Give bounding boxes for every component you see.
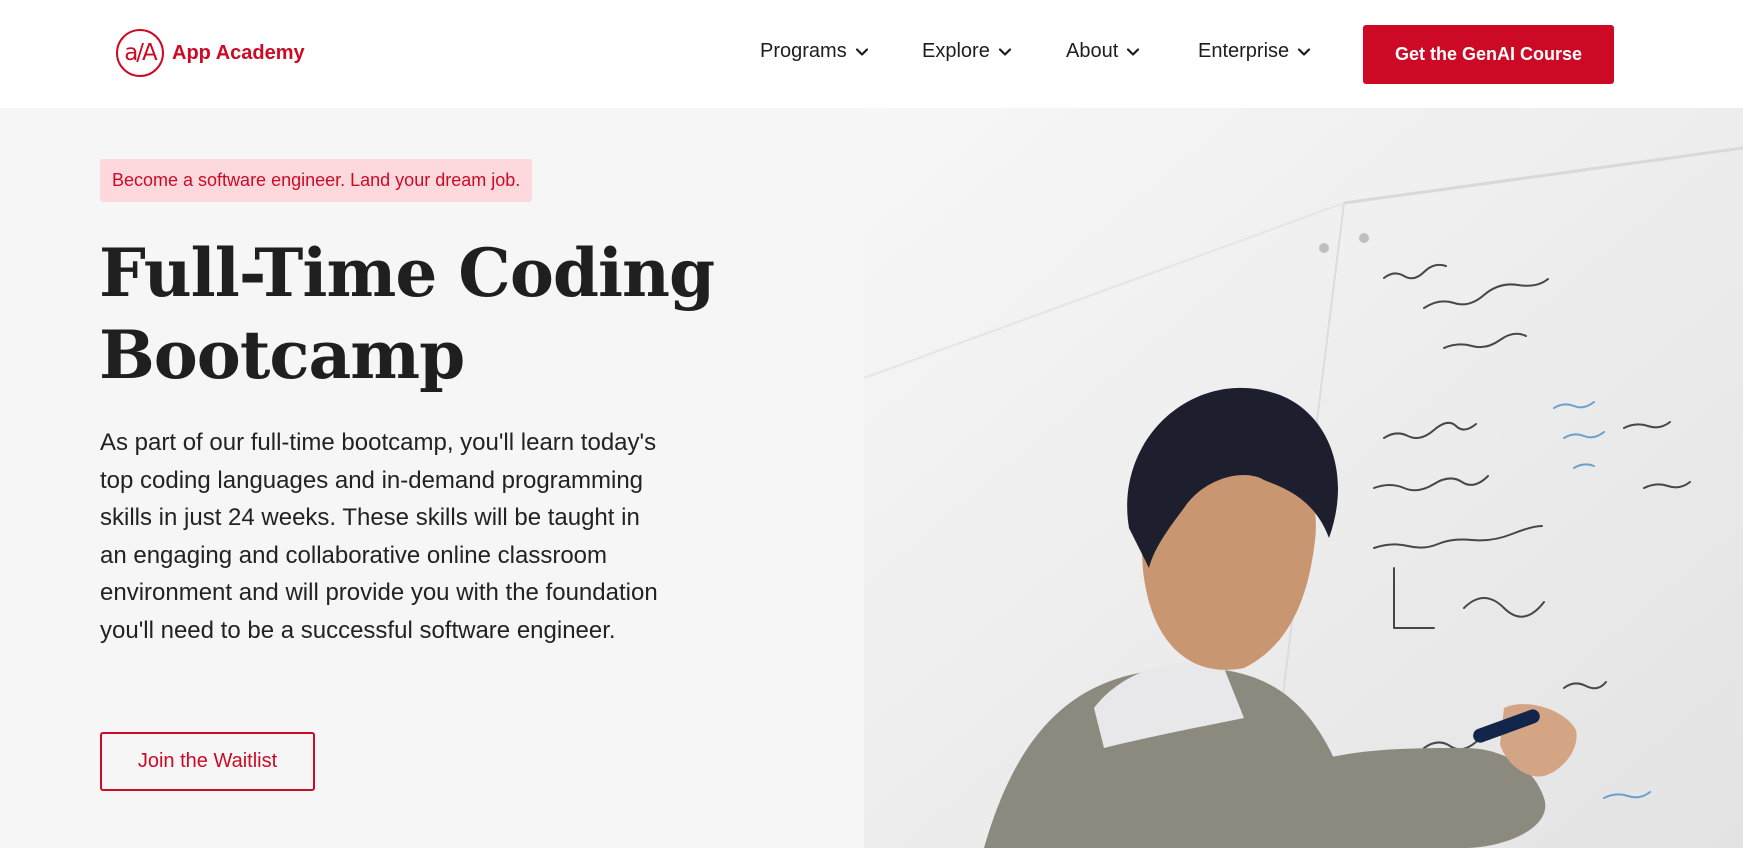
chevron-down-icon [1298,47,1311,56]
get-genai-course-button[interactable]: Get the GenAI Course [1363,25,1614,84]
logo-mark: a/A [116,29,164,77]
hero-description: As part of our full-time bootcamp, you'l… [100,429,658,644]
logo-text: App Academy [172,41,305,64]
site-header: a/A App Academy Programs Explore About E… [0,0,1743,108]
student-at-whiteboard-illustration [864,108,1743,848]
chevron-down-icon [1127,47,1140,56]
page-title: Full-Time Coding Bootcamp [99,234,715,394]
logo-link[interactable]: a/A App Academy [116,29,305,77]
nav-item-about[interactable]: About [1066,40,1140,63]
nav-item-label: Programs [760,40,847,62]
nav-item-programs[interactable]: Programs [760,40,869,63]
nav-item-label: Explore [922,40,990,62]
chevron-down-icon [998,47,1011,56]
nav-item-label: About [1066,40,1119,62]
nav-item-label: Enterprise [1198,40,1290,62]
nav-item-enterprise[interactable]: Enterprise [1198,40,1311,63]
hero-tagline: Become a software engineer. Land your dr… [100,159,533,202]
chevron-down-icon [855,47,868,56]
join-waitlist-button[interactable]: Join the Waitlist [100,732,315,791]
nav-item-explore[interactable]: Explore [922,40,1012,63]
hero-photo [864,108,1743,848]
